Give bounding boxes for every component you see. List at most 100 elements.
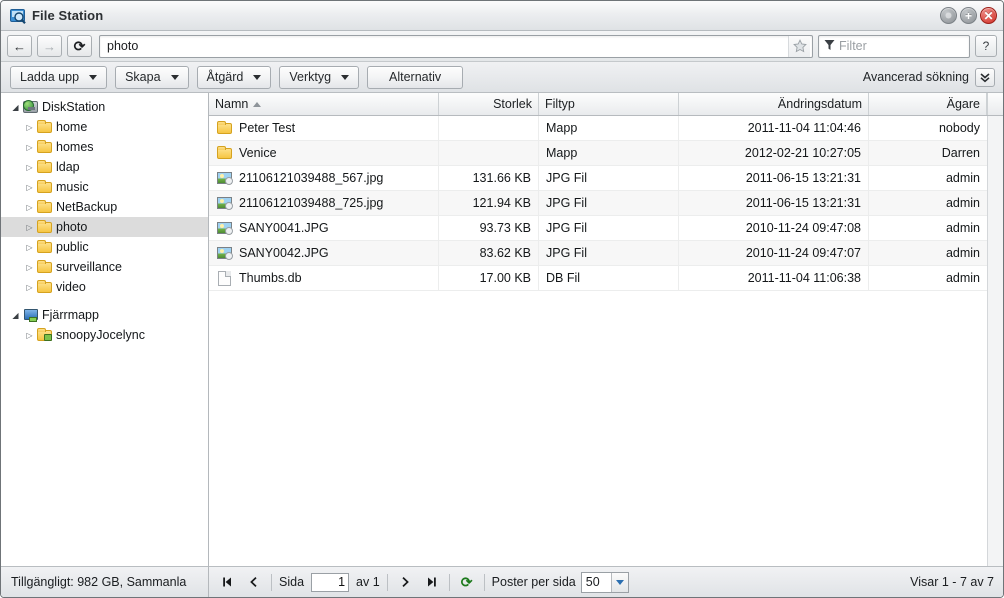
twisty-collapsed-icon[interactable]: ▷ [23,203,36,212]
folder-tree[interactable]: ◢ DiskStation ▷ home ▷ homes ▷ ldap ▷ music ▷ NetBa… [1,93,208,566]
folder-icon [36,179,53,195]
column-header-date[interactable]: Ändringsdatum [679,93,869,115]
per-page-select[interactable]: 50 [580,571,629,593]
sidebar-item-ldap[interactable]: ▷ ldap [1,157,208,177]
twisty-collapsed-icon[interactable]: ▷ [23,163,36,172]
table-row[interactable]: Thumbs.db 17.00 KB DB Fil 2011-11-04 11:06:… [209,266,987,291]
sidebar-item-homes[interactable]: ▷ homes [1,137,208,157]
maximize-button[interactable]: + [960,7,977,24]
sidebar-item-fjärrmapp[interactable]: ◢ Fjärrmapp [1,305,208,325]
cell-date: 2011-11-04 11:06:38 [679,266,869,290]
per-page-control[interactable]: Poster per sida 50 [492,571,629,593]
sidebar-item-diskstation[interactable]: ◢ DiskStation [1,97,208,117]
filter-field-wrapper[interactable] [818,34,1000,58]
twisty-collapsed-icon[interactable]: ▷ [23,243,36,252]
settings-button[interactable]: Alternativ [367,65,464,89]
page-number-input[interactable] [311,572,350,592]
file-type-label: DB Fil [546,271,581,285]
sidebar-item-home[interactable]: ▷ home [1,117,208,137]
sidebar-item-music[interactable]: ▷ music [1,177,208,197]
cell-name: 21106121039488_725.jpg [209,191,439,215]
file-station-window: File Station + ✕ ← → ⟳ photo Filter ? La… [0,0,1004,598]
file-date-label: 2010-11-24 09:47:08 [745,221,861,235]
sidebar-item-video[interactable]: ▷ video [1,277,208,297]
cell-owner: admin [869,166,987,190]
column-header-owner-label: Ägare [946,97,980,111]
sidebar-item-photo[interactable]: ▷ photo [1,217,208,237]
image-file-icon [216,171,233,186]
vertical-scrollbar[interactable] [987,116,1003,566]
tools-button[interactable]: Verktyg [279,65,360,89]
table-row[interactable]: 21106121039488_567.jpg 131.66 KB JPG Fil 20… [209,166,987,191]
upload-button[interactable]: Ladda upp [10,65,108,89]
page-prev-button[interactable] [244,572,264,592]
file-list-rows[interactable]: Peter Test Mapp 2011-11-04 11:04:46 nobody V… [209,116,987,566]
minimize-button[interactable] [940,7,957,24]
table-row[interactable]: SANY0041.JPG 93.73 KB JPG Fil 2010-11-24 09… [209,216,987,241]
cell-owner: admin [869,216,987,240]
path-input[interactable] [107,39,788,53]
window-titlebar: File Station + ✕ [1,1,1003,31]
star-icon[interactable] [788,35,810,57]
table-row[interactable]: Peter Test Mapp 2011-11-04 11:04:46 nobody [209,116,987,141]
image-file-icon [216,196,233,211]
file-name-label: 21106121039488_567.jpg [239,171,384,185]
cell-type: JPG Fil [539,166,679,190]
refresh-button[interactable]: ⟳ [457,572,477,592]
sidebar-item-surveillance[interactable]: ▷ surveillance [1,257,208,277]
sidebar-item-label: home [56,119,88,134]
path-field-wrapper[interactable] [99,34,813,58]
close-button[interactable]: ✕ [980,7,997,24]
column-header-owner[interactable]: Ägare [869,93,987,115]
folder-icon [216,145,233,161]
table-row[interactable]: 21106121039488_725.jpg 121.94 KB JPG Fil 20… [209,191,987,216]
twisty-collapsed-icon[interactable]: ▷ [23,263,36,272]
sidebar-item-netbackup[interactable]: ▷ NetBackup [1,197,208,217]
twisty-collapsed-icon[interactable]: ▷ [23,183,36,192]
monitor-icon [22,308,39,323]
page-last-button[interactable] [422,572,442,592]
page-first-button[interactable] [217,572,237,592]
file-date-label: 2011-11-04 11:04:46 [747,121,861,135]
chevron-down-icon [253,74,262,80]
advanced-search[interactable]: Avancerad sökning [863,67,995,87]
back-button[interactable]: ← [7,35,32,57]
column-header-name[interactable]: Namn [209,93,439,115]
remote-folder-icon [36,327,53,343]
cell-size: 131.66 KB [439,166,539,190]
chevron-double-down-icon[interactable] [975,67,995,87]
folder-icon [36,199,53,215]
cell-name: Thumbs.db [209,266,439,290]
sidebar-item-public[interactable]: ▷ public [1,237,208,257]
twisty-collapsed-icon[interactable]: ▷ [23,283,36,292]
create-button[interactable]: Skapa [115,65,189,89]
twisty-collapsed-icon[interactable]: ▷ [23,143,36,152]
column-header-type[interactable]: Filtyp [539,93,679,115]
tools-button-label: Verktyg [289,70,332,84]
cell-size: 17.00 KB [439,266,539,290]
twisty-collapsed-icon[interactable]: ▷ [23,123,36,132]
reload-button[interactable]: ⟳ [67,35,92,57]
column-header-name-label: Namn [215,97,249,111]
table-row[interactable]: Venice Mapp 2012-02-21 10:27:05 Darren [209,141,987,166]
twisty-collapsed-icon[interactable]: ▷ [23,223,36,232]
chevron-down-icon [341,74,350,80]
sidebar-item-label: photo [56,219,88,234]
sidebar-item-snoopyjocelync[interactable]: ▷ snoopyJocelync [1,325,208,345]
twisty-expanded-icon[interactable]: ◢ [9,103,22,112]
cell-type: Mapp [539,116,679,140]
twisty-expanded-icon[interactable]: ◢ [9,311,22,320]
help-button[interactable]: ? [975,35,997,57]
page-next-button[interactable] [395,572,415,592]
file-size-label: 121.94 KB [472,196,531,210]
twisty-collapsed-icon[interactable]: ▷ [23,331,36,340]
chevron-down-icon[interactable] [610,572,628,592]
forward-button[interactable]: → [37,35,62,57]
action-button[interactable]: Åtgärd [196,65,272,89]
file-type-label: Mapp [546,121,578,135]
folder-icon [216,120,233,136]
cell-date: 2010-11-24 09:47:07 [679,241,869,265]
cell-name: Peter Test [209,116,439,140]
column-header-size[interactable]: Storlek [439,93,539,115]
table-row[interactable]: SANY0042.JPG 83.62 KB JPG Fil 2010-11-24 09… [209,241,987,266]
